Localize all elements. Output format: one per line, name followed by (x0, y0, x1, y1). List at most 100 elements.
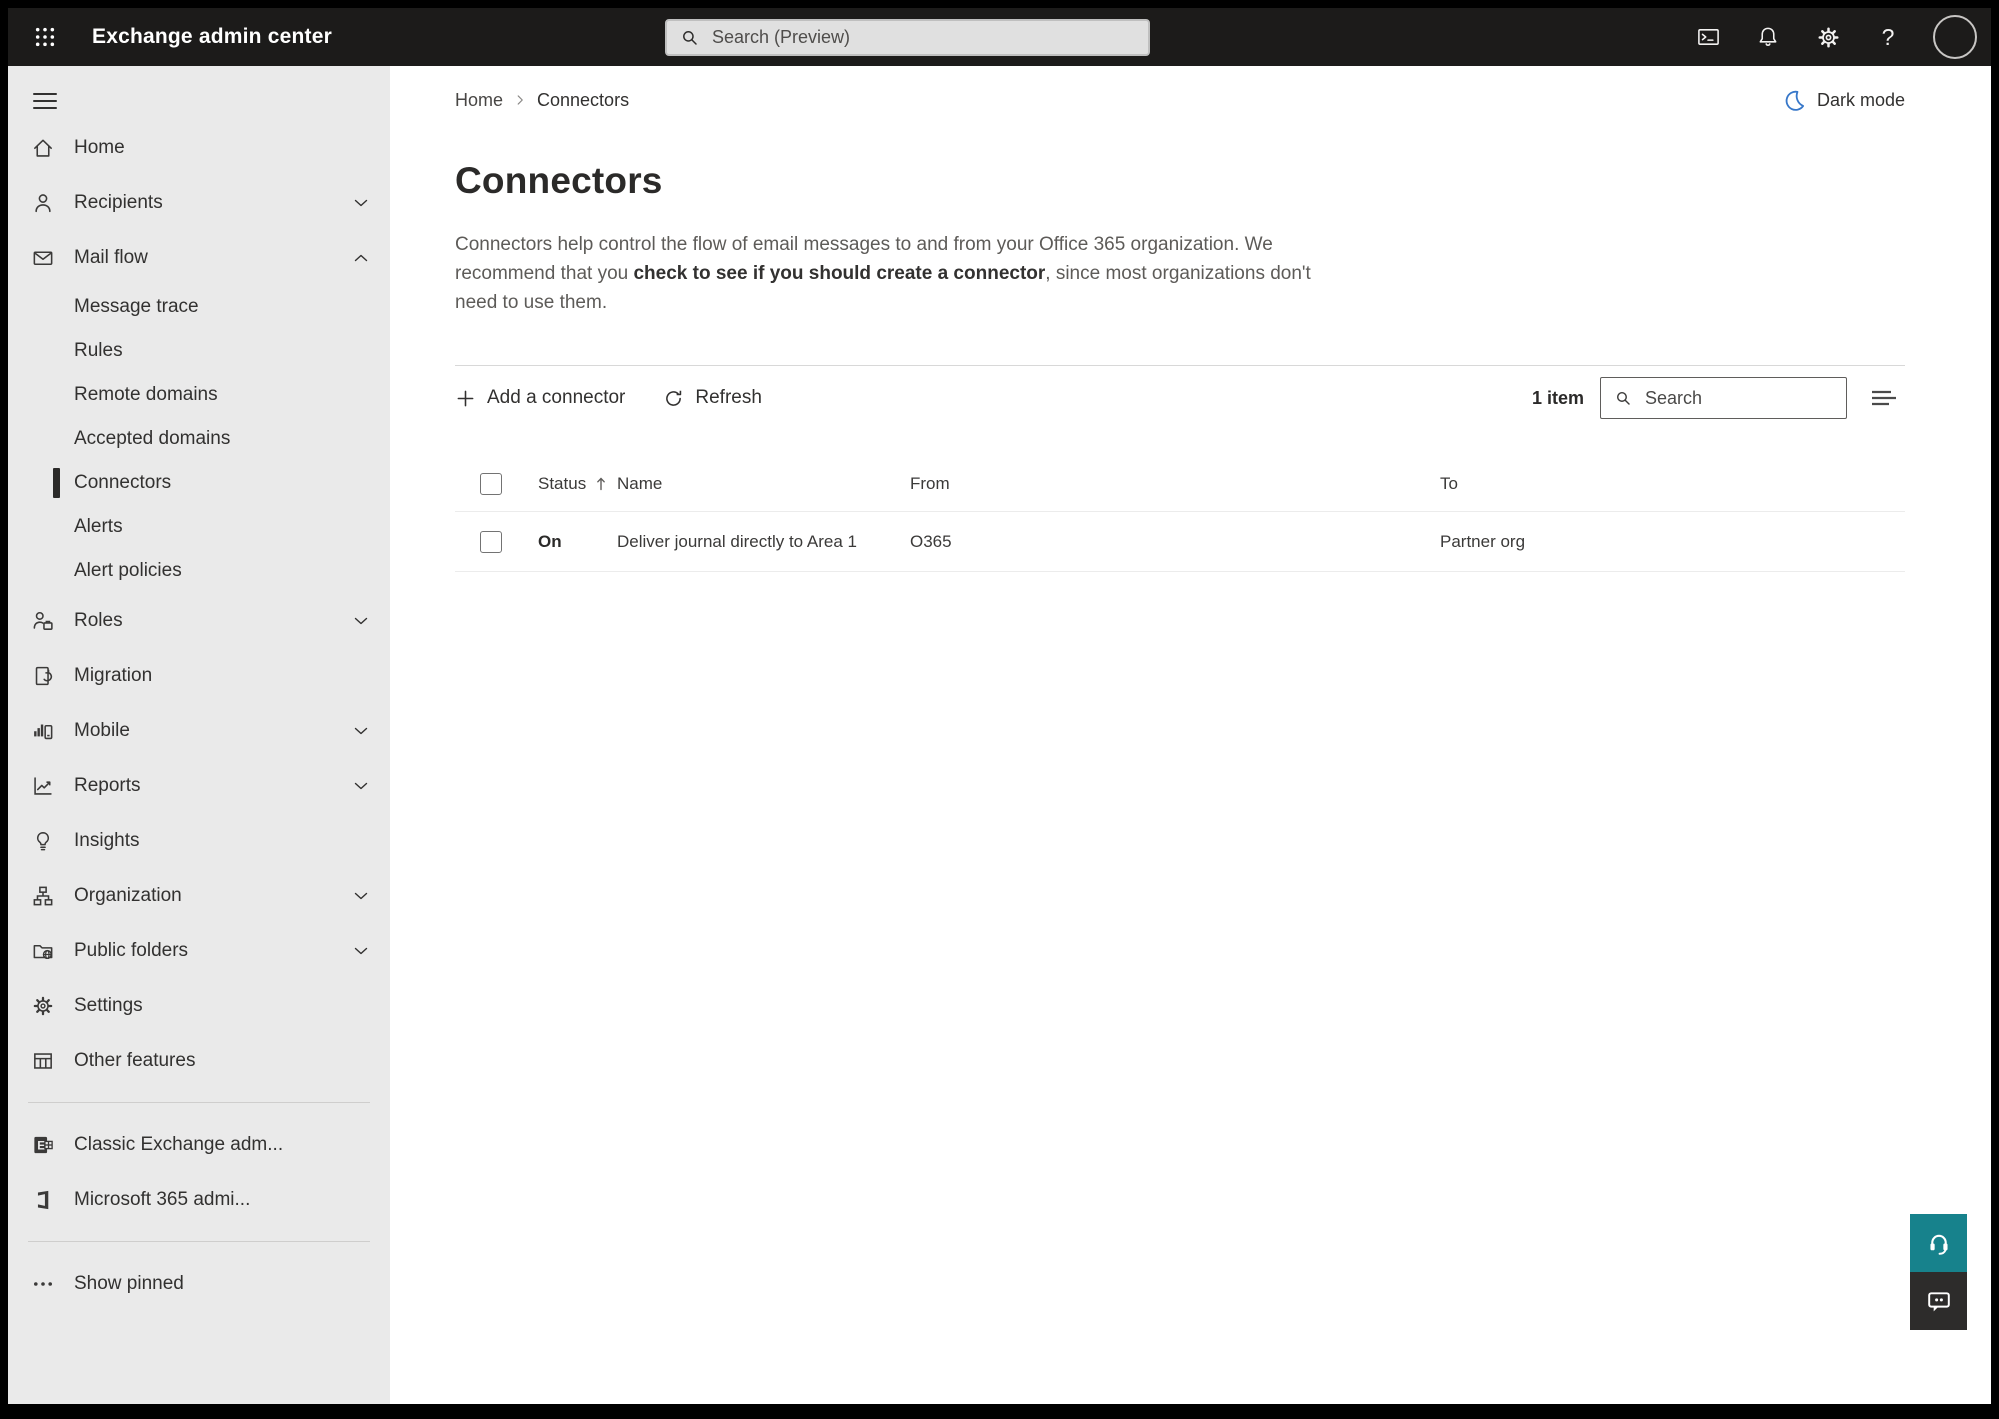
row-checkbox[interactable] (480, 530, 502, 553)
sidebar-item-label: Classic Exchange adm... (74, 1133, 284, 1155)
account-avatar[interactable] (1933, 15, 1977, 59)
gear-icon (1818, 27, 1838, 47)
sidebar-item-label: Home (74, 136, 125, 158)
sidebar-item-label: Migration (74, 664, 153, 686)
plus-icon (457, 390, 474, 406)
chevron-down-icon (350, 775, 372, 797)
sidebar-item-home[interactable]: Home (8, 120, 390, 175)
column-label: Status (538, 473, 587, 493)
list-search-input[interactable] (1643, 386, 1846, 410)
moon-icon (1785, 90, 1805, 111)
classic-exchange-icon: E (30, 1132, 56, 1158)
sidebar-item-message-trace[interactable]: Message trace (8, 285, 390, 329)
sidebar-item-mobile[interactable]: Mobile (8, 703, 390, 758)
sidebar-item-label: Microsoft 365 admi... (74, 1188, 251, 1210)
roles-icon (30, 608, 56, 634)
sidebar-item-label: Organization (74, 884, 182, 906)
folder-globe-icon (30, 938, 56, 964)
app-launcher-button[interactable] (22, 14, 68, 60)
sidebar-item-reports[interactable]: Reports (8, 758, 390, 813)
top-bar-actions: ? (1693, 8, 1977, 66)
item-count: 1 item (1531, 387, 1584, 408)
nav-collapse-button[interactable] (30, 86, 60, 116)
sidebar-item-label: Alert policies (74, 560, 182, 581)
app-title: Exchange admin center (92, 25, 332, 48)
gear-icon (30, 993, 56, 1019)
create-connector-link[interactable]: check to see if you should create a conn… (633, 263, 1045, 284)
notifications-button[interactable] (1753, 22, 1783, 52)
feedback-button[interactable] (1910, 1272, 1967, 1330)
sidebar-item-roles[interactable]: Roles (8, 593, 390, 648)
cell-to: Partner org (1440, 531, 1526, 551)
page-description: Connectors help control the flow of emai… (455, 230, 1345, 317)
breadcrumb: Home Connectors (455, 90, 629, 111)
screenshot-frame: Exchange admin center Search (Preview) ?… (0, 0, 1999, 1419)
refresh-icon (666, 390, 682, 406)
search-icon (683, 30, 697, 45)
person-icon (30, 190, 56, 216)
table-header-row: Status Name From To (455, 456, 1905, 512)
global-search-box[interactable] (665, 19, 1150, 56)
refresh-button[interactable]: Refresh (663, 387, 762, 409)
chevron-down-icon (350, 192, 372, 214)
sidebar-item-accepted-domains[interactable]: Accepted domains (8, 417, 390, 461)
sidebar-item-label: Reports (74, 774, 141, 796)
support-button[interactable] (1910, 1214, 1967, 1272)
filter-button[interactable] (1869, 386, 1899, 410)
chevron-down-icon (350, 610, 372, 632)
sidebar-divider (28, 1102, 370, 1103)
sidebar-item-label: Message trace (74, 296, 199, 317)
sidebar-item-other-features[interactable]: Other features (8, 1033, 390, 1088)
column-header-status[interactable]: Status (538, 474, 617, 494)
powershell-terminal-icon (1697, 29, 1719, 45)
sidebar-item-label: Remote domains (74, 384, 218, 405)
column-header-name[interactable]: Name (617, 474, 910, 494)
column-header-from[interactable]: From (910, 474, 1440, 494)
breadcrumb-chevron-icon (517, 95, 523, 105)
chevron-down-icon (350, 885, 372, 907)
left-nav-sidebar: Home Recipients Mail flow Message trace … (8, 66, 390, 1404)
sidebar-item-label: Alerts (74, 516, 123, 537)
help-button[interactable]: ? (1873, 22, 1903, 52)
sidebar-item-label: Roles (74, 609, 123, 631)
sidebar-item-settings[interactable]: Settings (8, 978, 390, 1033)
list-search-box[interactable] (1600, 377, 1847, 419)
sidebar-item-show-pinned[interactable]: Show pinned (8, 1256, 390, 1311)
sidebar-item-label: Accepted domains (74, 428, 231, 449)
sidebar-item-recipients[interactable]: Recipients (8, 175, 390, 230)
floating-action-stack (1910, 1214, 1967, 1330)
add-connector-button[interactable]: Add a connector (455, 387, 625, 409)
app-launcher-icon (35, 27, 55, 47)
sidebar-item-migration[interactable]: Migration (8, 648, 390, 703)
sidebar-item-classic-exchange-admin[interactable]: E Classic Exchange adm... (8, 1117, 390, 1172)
sidebar-item-insights[interactable]: Insights (8, 813, 390, 868)
sidebar-item-mail-flow[interactable]: Mail flow (8, 230, 390, 285)
sidebar-item-organization[interactable]: Organization (8, 868, 390, 923)
sidebar-item-microsoft-365-admin[interactable]: Microsoft 365 admi... (8, 1172, 390, 1227)
powershell-terminal-button[interactable] (1693, 22, 1723, 52)
help-icon: ? (1881, 23, 1895, 50)
column-header-to[interactable]: To (1440, 474, 1905, 494)
sidebar-item-remote-domains[interactable]: Remote domains (8, 373, 390, 417)
mobile-icon (30, 718, 56, 744)
breadcrumb-home-link[interactable]: Home (455, 90, 503, 111)
settings-button[interactable] (1813, 22, 1843, 52)
table-row[interactable]: On Deliver journal directly to Area 1 O3… (455, 512, 1905, 572)
sidebar-item-connectors[interactable]: Connectors (8, 461, 390, 505)
global-search-input[interactable] (710, 26, 1148, 49)
dark-mode-toggle[interactable]: Dark mode (1782, 88, 1905, 113)
refresh-label: Refresh (695, 387, 762, 408)
microsoft-365-icon (30, 1187, 56, 1213)
sidebar-item-public-folders[interactable]: Public folders (8, 923, 390, 978)
home-icon (30, 135, 56, 161)
sidebar-item-label: Connectors (74, 472, 172, 493)
org-chart-icon (30, 883, 56, 909)
select-all-checkbox[interactable] (480, 472, 502, 495)
sidebar-divider (28, 1241, 370, 1242)
sidebar-item-rules[interactable]: Rules (8, 329, 390, 373)
headset-icon (1929, 1234, 1948, 1255)
sidebar-item-alerts[interactable]: Alerts (8, 505, 390, 549)
sidebar-item-alert-policies[interactable]: Alert policies (8, 549, 390, 593)
sidebar-item-label: Insights (74, 829, 140, 851)
cell-name: Deliver journal directly to Area 1 (617, 531, 858, 551)
